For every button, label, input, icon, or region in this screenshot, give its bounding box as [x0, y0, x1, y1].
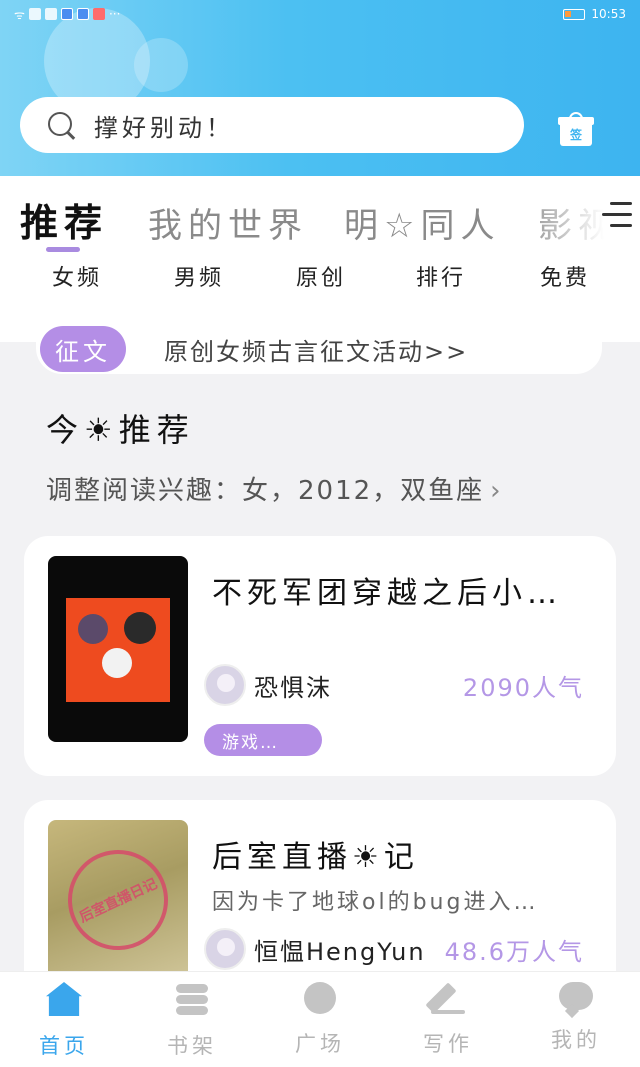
category-menu-icon[interactable]	[600, 200, 632, 230]
nav-profile[interactable]: 我的	[512, 972, 640, 1067]
interest-settings-link[interactable]: 调整阅读兴趣：女，2012，双鱼座 ›	[46, 470, 503, 507]
nav-label: 首页	[39, 1034, 89, 1058]
tab-star-fanfic[interactable]: 明☆同人	[344, 198, 500, 244]
nav-label: 写作	[423, 1032, 473, 1056]
nav-label: 我的	[551, 1028, 601, 1052]
wifi-icon: ᯤ	[14, 7, 25, 22]
more-notifications-icon: ···	[108, 7, 121, 21]
clock: 10:53	[591, 7, 626, 21]
subtab-free[interactable]: 免费	[540, 260, 590, 292]
author-row: 恒愠HengYun 48.6万人气	[204, 926, 584, 972]
mail-icon	[92, 8, 105, 20]
contest-banner[interactable]: 征文 原创女频古言征文活动>>	[36, 324, 602, 374]
nav-bookshelf[interactable]: 书架	[128, 972, 256, 1067]
search-bar[interactable]: 撑好别动！	[20, 97, 524, 153]
chevron-right-icon: ›	[490, 476, 503, 506]
status-right: 10:53	[563, 7, 626, 21]
main-tabs: 推荐 我的世界 明☆同人 影视	[0, 194, 640, 244]
planet-icon	[304, 982, 336, 1014]
subtab-female[interactable]: 女频	[52, 260, 102, 292]
chat-icon	[559, 982, 593, 1010]
nav-write[interactable]: 写作	[384, 972, 512, 1067]
status-bar: ᯤ ··· 10:53	[0, 0, 640, 28]
author-row: 恐惧沫 2090人气	[204, 662, 584, 708]
tab-recommend[interactable]: 推荐	[20, 194, 108, 244]
section-title: 今☀推荐	[46, 411, 195, 449]
browser-icon	[76, 8, 89, 20]
header: ᯤ ··· 10:53 撑好别动！ 签	[0, 0, 640, 176]
cover-figure	[102, 648, 132, 678]
search-placeholder: 撑好别动！	[94, 113, 234, 142]
book-cover	[48, 556, 188, 742]
avatar	[204, 928, 246, 970]
gift-label: 签	[560, 122, 592, 146]
book-title: 后室直播☀记	[212, 840, 419, 875]
wechat-icon	[44, 8, 57, 20]
status-icons: ᯤ ···	[14, 6, 120, 23]
nav-label: 书架	[167, 1034, 217, 1058]
book-description: 因为卡了地球ol的bug进入…	[212, 890, 539, 915]
active-tab-indicator	[46, 247, 80, 252]
book-title: 不死军团穿越之后小…	[212, 576, 562, 611]
bottom-nav: 首页 书架 广场 写作 我的	[0, 971, 640, 1067]
book-card[interactable]: 不死军团穿越之后小… 恐惧沫 2090人气 游戏…	[24, 536, 616, 776]
subtab-male[interactable]: 男频	[174, 260, 224, 292]
subtab-ranking[interactable]: 排行	[416, 260, 466, 292]
battery-icon	[563, 8, 586, 20]
nav-label: 广场	[295, 1032, 345, 1056]
category-area: 推荐 我的世界 明☆同人 影视 女频 男频 原创 排行 免费	[0, 176, 640, 342]
cover-figure	[124, 612, 156, 644]
author-name: 恒愠HengYun	[254, 937, 426, 966]
home-icon	[46, 982, 82, 1016]
interest-settings-text: 调整阅读兴趣：女，2012，双鱼座	[46, 476, 485, 506]
cover-figure	[78, 614, 108, 644]
checkin-gift-icon[interactable]: 签	[558, 112, 594, 146]
search-icon	[46, 110, 76, 140]
notification-icon	[28, 8, 41, 20]
cover-stamp: 后室直播日记	[51, 833, 185, 967]
sub-tabs: 女频 男频 原创 排行 免费	[0, 260, 640, 294]
author-name: 恐惧沫	[254, 673, 332, 702]
contest-text: 原创女频古言征文活动>>	[164, 337, 469, 366]
genre-tag[interactable]: 游戏…	[204, 724, 322, 756]
decor-bubble	[134, 38, 188, 92]
popularity-count: 2090人气	[462, 673, 584, 702]
bookshelf-icon	[174, 982, 210, 1016]
pen-icon	[431, 982, 465, 1014]
app-icon	[60, 8, 73, 20]
avatar	[204, 664, 246, 706]
contest-badge: 征文	[40, 326, 126, 372]
subtab-original[interactable]: 原创	[296, 260, 346, 292]
nav-plaza[interactable]: 广场	[256, 972, 384, 1067]
popularity-count: 48.6万人气	[444, 937, 584, 966]
tab-minecraft[interactable]: 我的世界	[148, 198, 308, 244]
nav-home[interactable]: 首页	[0, 972, 128, 1067]
